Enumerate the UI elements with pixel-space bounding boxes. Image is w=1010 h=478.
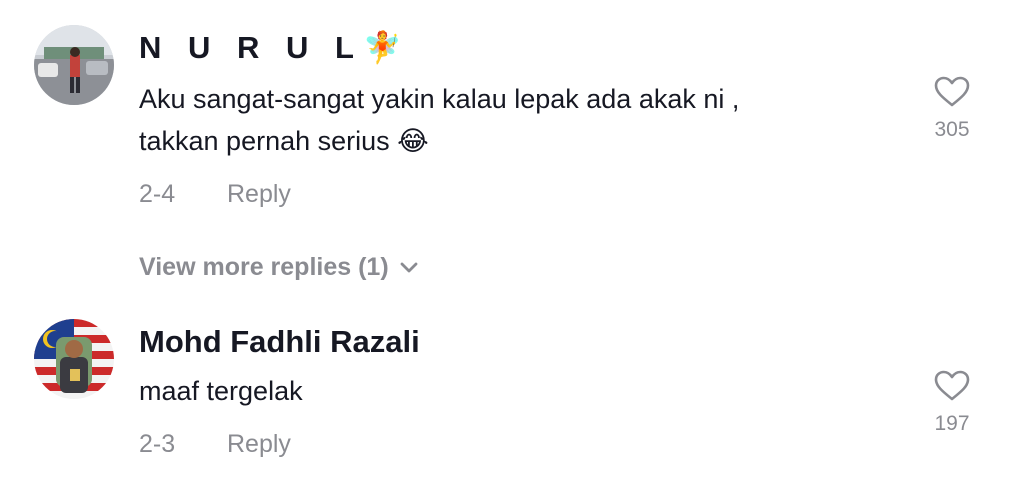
comment-text-fragment: takkan pernah serius — [139, 126, 390, 156]
avatar[interactable] — [34, 319, 114, 399]
comment-item: Mohd Fadhli Razali maaf tergelak 2-3 Repl… — [0, 300, 1010, 478]
avatar-image — [34, 319, 114, 399]
heart-outline-icon[interactable] — [934, 370, 970, 402]
comment-meta: 2-4 Reply — [139, 179, 291, 209]
laughing-emoji: 😂 — [397, 126, 429, 157]
comment-text-line: maaf tergelak — [139, 376, 303, 406]
fairy-emoji: 🧚 — [362, 30, 411, 66]
comment-text-line: Aku sangat-sangat yakin kalau lepak ada … — [139, 84, 740, 114]
avatar-image — [34, 25, 114, 105]
view-more-replies-button[interactable]: View more replies (1) — [139, 252, 419, 282]
view-more-replies-label: View more replies (1) — [139, 253, 389, 281]
comment-item: N U R U L🧚 Aku sangat-sangat yakin kalau… — [0, 0, 1010, 230]
like-count: 305 — [934, 118, 970, 141]
chevron-down-icon — [400, 262, 418, 273]
like-control: 305 — [920, 76, 984, 142]
comment-username[interactable]: Mohd Fadhli Razali — [139, 324, 420, 360]
comment-text-line: takkan pernah serius 😂 — [139, 120, 899, 163]
comment-date: 2-3 — [139, 430, 176, 458]
comment-text: Aku sangat-sangat yakin kalau lepak ada … — [139, 78, 899, 163]
comment-date: 2-4 — [139, 180, 176, 208]
like-count: 197 — [934, 412, 970, 435]
heart-outline-icon[interactable] — [934, 76, 970, 108]
reply-button[interactable]: Reply — [227, 429, 291, 459]
avatar[interactable] — [34, 25, 114, 105]
comment-text: maaf tergelak — [139, 370, 899, 412]
like-control: 197 — [920, 370, 984, 436]
username-text: N U R U L — [139, 30, 363, 65]
comment-username[interactable]: N U R U L🧚 — [139, 30, 411, 66]
reply-button[interactable]: Reply — [227, 179, 291, 209]
comment-meta: 2-3 Reply — [139, 429, 291, 459]
